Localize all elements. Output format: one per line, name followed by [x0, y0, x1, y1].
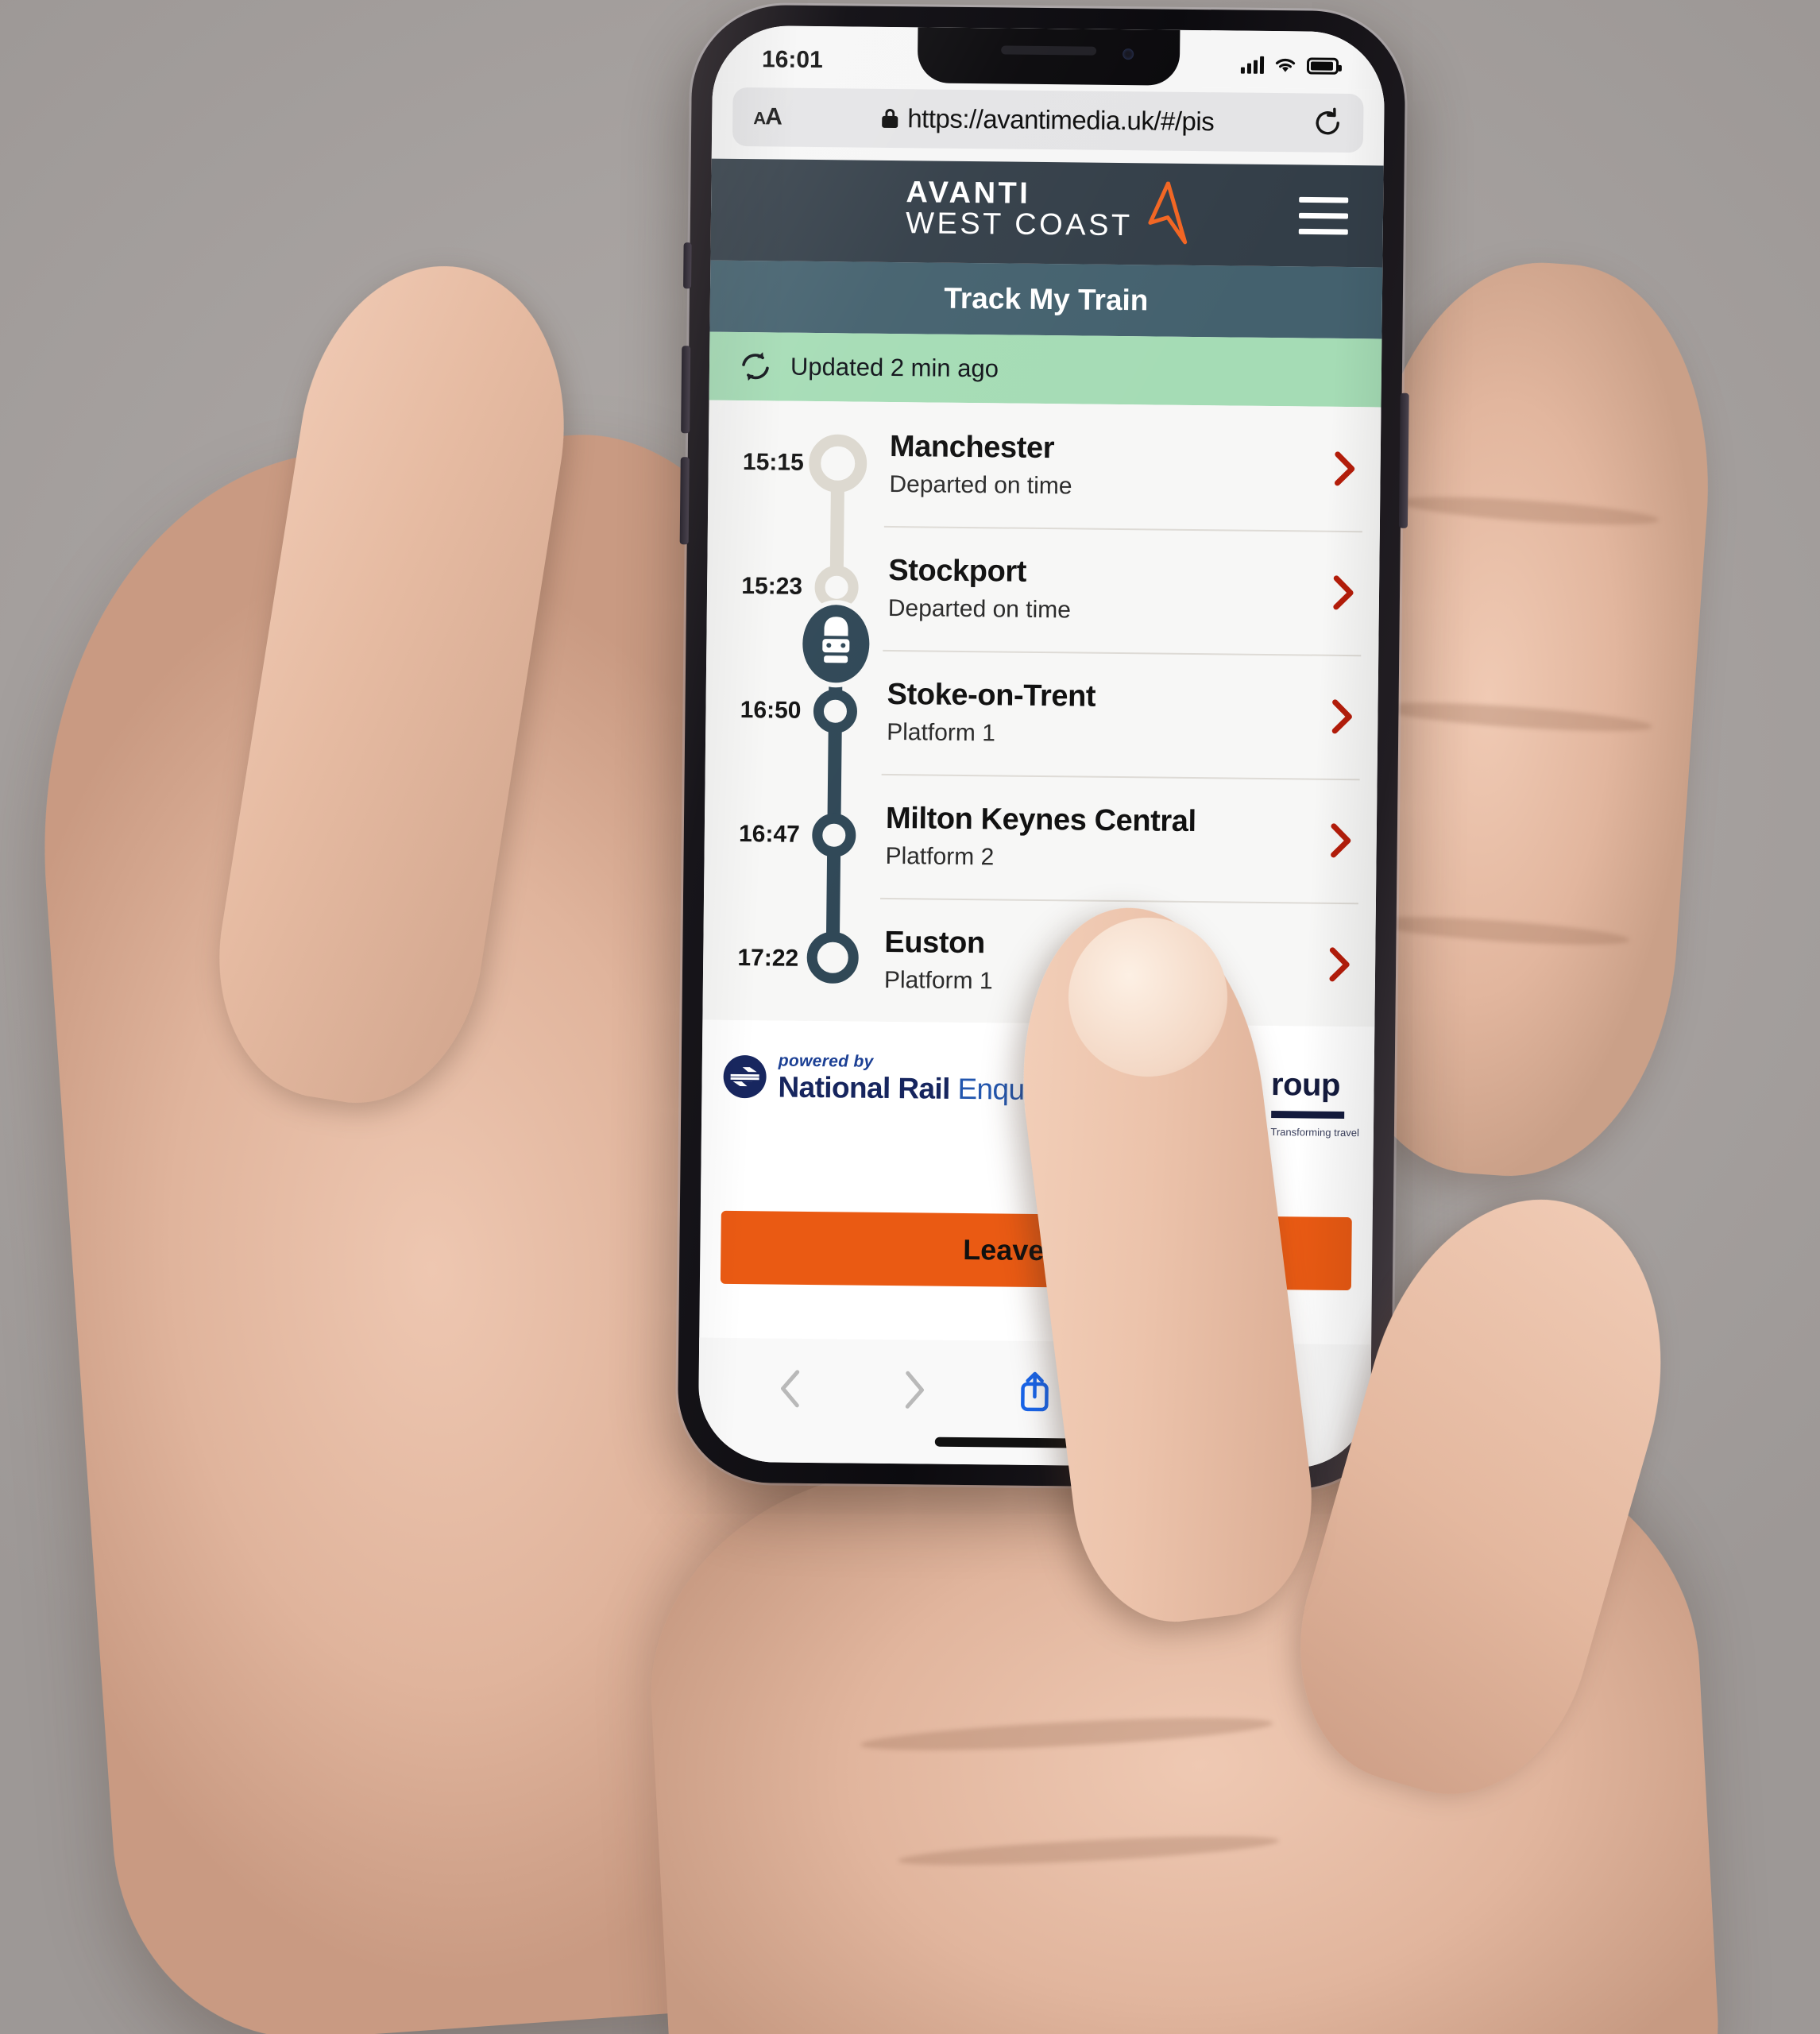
updated-status-bar[interactable]: Updated 2 min ago	[709, 331, 1382, 408]
cellular-bars-icon	[1240, 56, 1265, 74]
firstgroup-rule	[1270, 1111, 1344, 1119]
avanti-arrow-icon	[1148, 181, 1187, 245]
reload-icon[interactable]	[1312, 107, 1343, 139]
firstgroup-wordmark: roup	[1270, 1067, 1341, 1103]
station-row[interactable]: 15:23 Stockport Departed on time	[706, 524, 1380, 655]
front-camera	[1123, 48, 1134, 60]
text-size-button[interactable]: AA	[753, 103, 782, 130]
browser-url-bar-container: AA https://avantimedia.uk/#/pis	[711, 82, 1385, 166]
mute-switch[interactable]	[683, 242, 692, 289]
station-time: 16:50	[740, 697, 802, 724]
chevron-left-icon[interactable]	[770, 1365, 813, 1412]
status-time: 16:01	[761, 46, 823, 74]
firstgroup-tagline: Transforming travel	[1270, 1126, 1360, 1139]
chevron-right-icon	[1333, 575, 1354, 610]
station-name: Milton Keynes Central	[885, 802, 1196, 839]
share-icon[interactable]	[1013, 1368, 1057, 1415]
timeline-slot	[806, 525, 883, 650]
nre-bold: National Rail	[778, 1070, 950, 1105]
volume-up-button[interactable]	[681, 346, 691, 434]
chevron-right-icon	[1331, 699, 1352, 734]
station-row[interactable]: 16:50 Stoke-on-Trent Platform 1	[705, 648, 1379, 779]
avanti-west-coast-logo[interactable]: AVANTI WEST COAST	[905, 176, 1188, 249]
page-title: Track My Train	[709, 260, 1383, 339]
station-name: Stockport	[888, 554, 1027, 589]
timeline-slot	[806, 649, 882, 774]
firstgroup-logo: roup Transforming travel	[1270, 1067, 1359, 1141]
station-list: 15:15 Manchester Departed on time 15:23	[702, 400, 1381, 1027]
photo-scene: 16:01 AA https://avantimedia.uk/#/pis AV…	[0, 0, 1820, 2034]
station-detail: Platform 2	[885, 842, 995, 871]
url-bar[interactable]: AA https://avantimedia.uk/#/pis	[732, 87, 1364, 153]
station-chevron-button[interactable]	[1308, 573, 1379, 612]
notch	[917, 27, 1180, 86]
station-time: 16:47	[738, 821, 801, 848]
power-button[interactable]	[1398, 392, 1409, 528]
updated-text: Updated 2 min ago	[790, 352, 999, 383]
hamburger-menu-icon[interactable]	[1298, 196, 1349, 235]
station-chevron-button[interactable]	[1308, 450, 1380, 489]
station-name: Manchester	[889, 430, 1055, 466]
brand-line-2: WEST COAST	[905, 206, 1133, 242]
station-chevron-button[interactable]	[1306, 697, 1378, 736]
timeline-slot	[804, 773, 880, 898]
site-header: AVANTI WEST COAST	[710, 158, 1384, 268]
timeline-slot	[802, 897, 879, 1022]
chevron-right-icon	[1334, 451, 1355, 486]
station-chevron-button[interactable]	[1304, 945, 1375, 984]
chevron-right-icon[interactable]	[891, 1367, 935, 1413]
station-time: 15:23	[741, 573, 803, 600]
brand-line-1: AVANTI	[906, 176, 1031, 211]
lock-icon	[882, 108, 898, 129]
station-row[interactable]: 16:47 Milton Keynes Central Platform 2	[704, 772, 1378, 903]
chevron-right-icon	[1331, 823, 1351, 858]
station-time: 15:15	[742, 449, 804, 476]
station-detail: Departed on time	[887, 594, 1072, 624]
station-chevron-button[interactable]	[1305, 821, 1377, 860]
volume-down-button[interactable]	[679, 457, 690, 545]
refresh-icon	[742, 352, 769, 381]
smartphone: 16:01 AA https://avantimedia.uk/#/pis AV…	[677, 4, 1409, 1490]
national-rail-double-arrow-icon	[723, 1055, 767, 1099]
wifi-icon	[1275, 58, 1296, 72]
station-detail: Platform 1	[887, 718, 996, 747]
url-text: https://avantimedia.uk/#/pis	[907, 103, 1215, 137]
battery-icon	[1306, 56, 1339, 75]
earpiece-speaker	[1001, 45, 1097, 56]
station-name: Stoke-on-Trent	[887, 678, 1096, 713]
station-row[interactable]: 15:15 Manchester Departed on time	[708, 400, 1381, 532]
timeline-slot	[808, 401, 884, 526]
station-detail: Departed on time	[889, 470, 1072, 500]
chevron-right-icon	[1329, 947, 1350, 982]
station-time: 17:22	[737, 945, 799, 972]
